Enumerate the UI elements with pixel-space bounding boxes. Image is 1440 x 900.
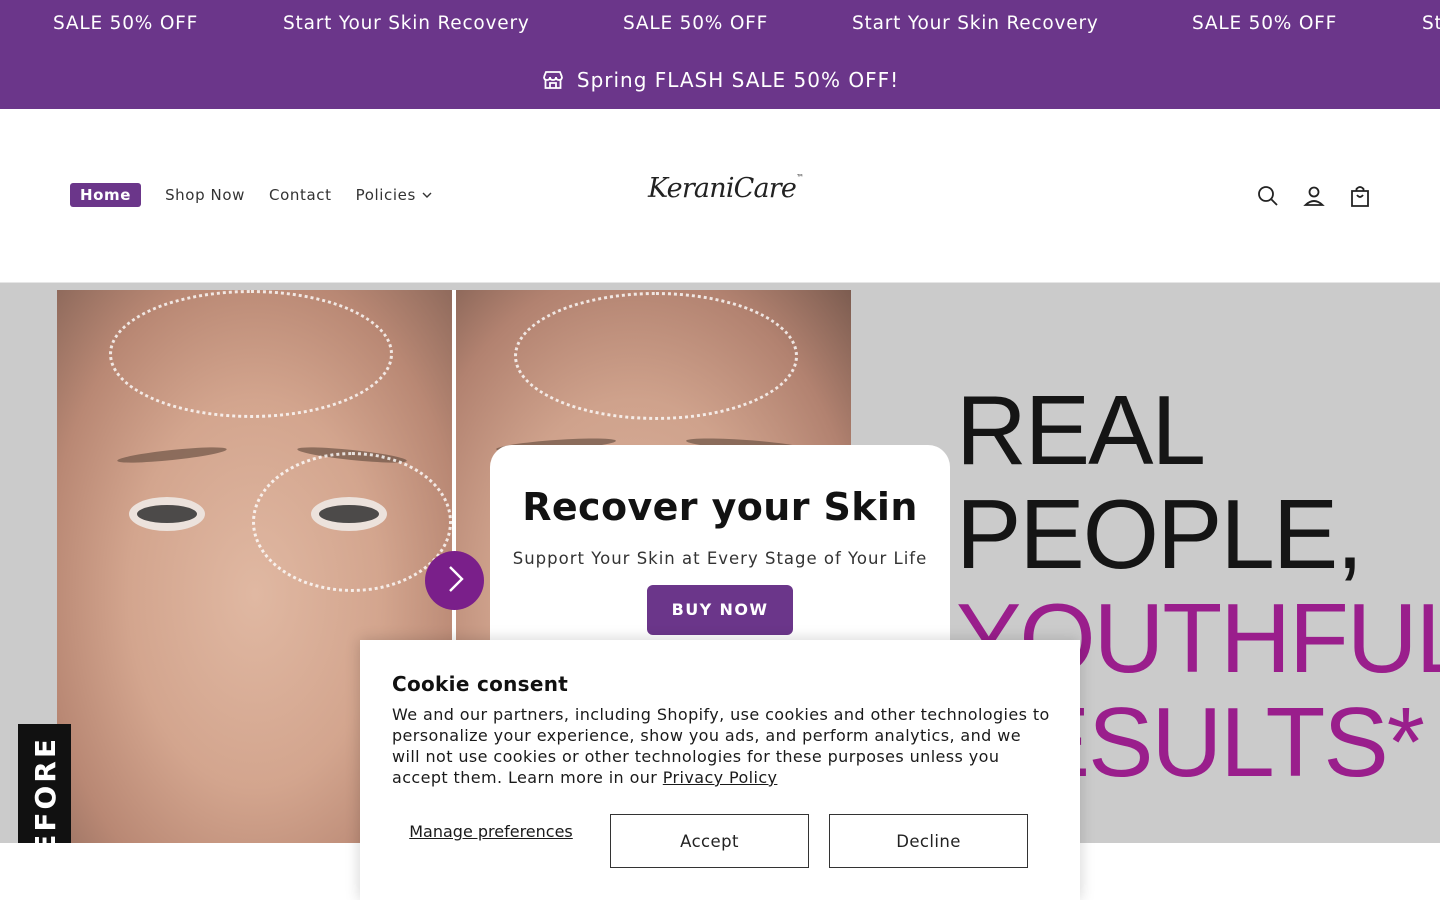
marquee-bar: SALE 50% OFF Start Your Skin Recovery SA… <box>0 0 1440 50</box>
slogan-line: REAL <box>956 375 1206 485</box>
marquee-item: Start Your Skin Recovery <box>283 13 530 34</box>
account-icon[interactable] <box>1302 184 1326 208</box>
site-logo[interactable]: KeraniCare™ <box>648 173 804 213</box>
nav-shop-now[interactable]: Shop Now <box>165 186 245 204</box>
accept-button[interactable]: Accept <box>610 814 809 868</box>
cart-icon[interactable] <box>1348 184 1372 208</box>
store-icon <box>541 68 565 92</box>
site-header: Home Shop Now Contact Policies KeraniCar… <box>0 109 1440 283</box>
cookie-body: We and our partners, including Shopify, … <box>392 704 1052 788</box>
marquee-item: SALE 50% OFF <box>623 13 769 34</box>
slogan-line: PEOPLE, <box>956 479 1363 589</box>
nav-policies-label: Policies <box>355 186 416 204</box>
highlight-circle <box>109 290 393 418</box>
buy-now-button[interactable]: BUY NOW <box>647 585 793 635</box>
highlight-circle <box>514 292 798 420</box>
chevron-down-icon <box>422 192 432 198</box>
header-actions <box>1256 184 1372 208</box>
announcement-bar[interactable]: Spring FLASH SALE 50% OFF! <box>0 50 1440 109</box>
marquee-item: St <box>1422 13 1440 34</box>
before-label: BEFORE <box>18 724 71 843</box>
cookie-title: Cookie consent <box>392 672 569 696</box>
marquee-item: SALE 50% OFF <box>1192 13 1338 34</box>
before-label-text: BEFORE <box>29 736 62 843</box>
highlight-circle <box>252 452 452 592</box>
cookie-consent-dialog: Cookie consent We and our partners, incl… <box>360 640 1080 900</box>
hero-title: Recover your Skin <box>522 485 918 529</box>
logo-trademark: ™ <box>796 173 805 182</box>
privacy-policy-link[interactable]: Privacy Policy <box>663 768 778 787</box>
manage-preferences-link[interactable]: Manage preferences <box>392 822 590 841</box>
main-nav: Home Shop Now Contact Policies <box>70 183 456 207</box>
search-icon[interactable] <box>1256 184 1280 208</box>
slider-next-button[interactable] <box>425 551 484 610</box>
hero-subtitle: Support Your Skin at Every Stage of Your… <box>512 549 928 568</box>
decline-button[interactable]: Decline <box>829 814 1028 868</box>
eye <box>137 505 197 523</box>
marquee-item: SALE 50% OFF <box>53 13 199 34</box>
logo-text: KeraniCare <box>648 173 797 204</box>
nav-contact[interactable]: Contact <box>269 186 332 204</box>
chevron-right-icon <box>444 564 466 598</box>
marquee-item: Start Your Skin Recovery <box>852 13 1099 34</box>
eyebrow <box>116 444 228 466</box>
nav-home[interactable]: Home <box>70 183 142 207</box>
announcement-text: Spring FLASH SALE 50% OFF! <box>576 67 900 92</box>
nav-policies[interactable]: Policies <box>356 186 432 204</box>
